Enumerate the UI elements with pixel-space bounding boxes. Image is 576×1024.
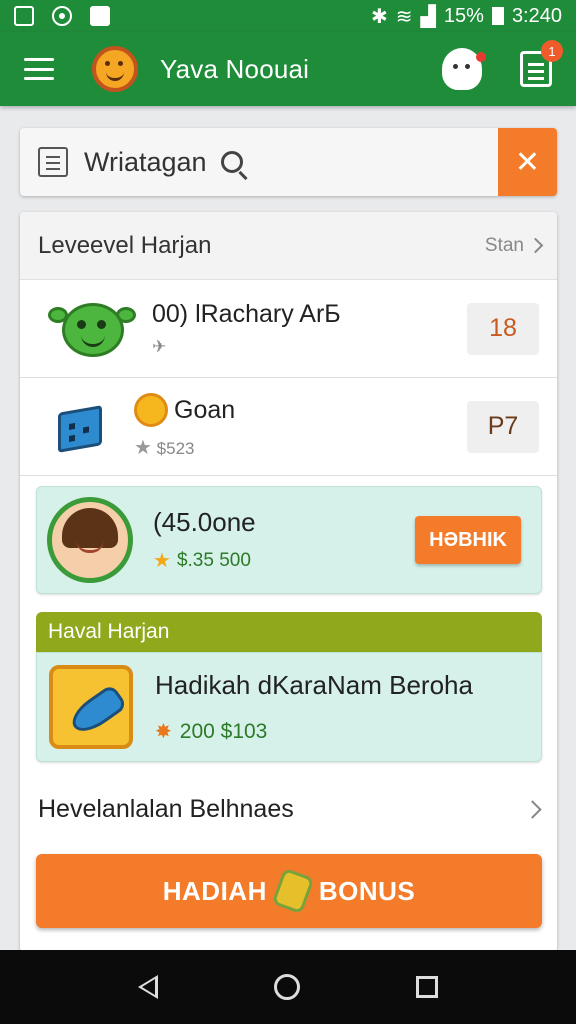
highlight-action-button[interactable]: HƏBHIK (415, 516, 521, 564)
clear-search-button[interactable]: ✕ (498, 128, 557, 196)
leaderboard-card: Leveevel Harjan Stan 00) lRachary ArБ ✈ … (20, 212, 557, 952)
battery-icon (491, 7, 504, 25)
notification-badge: 1 (541, 40, 563, 62)
player-name: 00) lRachary ArБ (152, 300, 341, 328)
recents-icon[interactable] (416, 976, 438, 998)
status-bar: ✱ ≋ ▟ 15% 3:240 (0, 0, 576, 32)
clock: 3:240 (511, 4, 562, 27)
wifi-icon: ≋ (395, 5, 413, 28)
player-name: Goan (174, 395, 236, 424)
bonus-right-label: BONUS (318, 875, 416, 906)
search-input[interactable]: Wriatagan (84, 147, 207, 178)
notifications-button[interactable]: 1 (520, 40, 563, 87)
highlight-name: (45.0one (153, 507, 256, 537)
app-title: Yava Noouai (160, 53, 310, 84)
star-icon: ★ (153, 550, 171, 572)
reward-name: Hadikah dKaraNam Beroha (155, 670, 473, 700)
gem-icon (271, 867, 315, 915)
image-icon (90, 6, 110, 26)
back-icon[interactable] (138, 975, 158, 999)
reward-sub: 200 $103 (179, 719, 268, 743)
notification-icon (14, 6, 34, 26)
menu-icon[interactable] (24, 58, 54, 80)
monster-avatar-icon (48, 299, 136, 359)
bluetooth-icon: ✱ (370, 5, 388, 28)
player-sub: $523 (156, 439, 195, 458)
app-logo (92, 46, 138, 92)
sync-icon (52, 6, 72, 26)
more-link-row[interactable]: Hevelanlalan Belhnaes (20, 768, 557, 850)
bonus-button[interactable]: HADIAH BONUS (36, 854, 542, 928)
highlight-card[interactable]: (45.0one ★ $.35 500 HƏBHIK (36, 486, 542, 594)
sun-icon (134, 393, 168, 427)
highlight-sub: $.35 500 (176, 549, 251, 571)
bonus-left-label: HADIAH (162, 875, 267, 906)
system-nav-bar (0, 950, 576, 1024)
reward-section-title: Haval Harjan (36, 612, 542, 652)
search-icon[interactable] (220, 151, 243, 173)
chevron-right-icon (523, 799, 542, 819)
avatar (47, 497, 133, 583)
player-sub: ✈ (152, 337, 167, 356)
leaderboard-row[interactable]: Goan ★ $523 P7 (20, 378, 557, 476)
cube-avatar-icon (48, 397, 118, 457)
leaderboard-header: Leveevel Harjan Stan (20, 212, 557, 280)
battery-level: 15% (443, 4, 484, 27)
search-bar[interactable]: Wriatagan ✕ (20, 128, 557, 196)
rocket-icon (49, 665, 133, 749)
app-bar: Yava Noouai 1 (0, 32, 576, 106)
more-link-label: Hevelanlalan Belhnaes (38, 794, 294, 823)
leaderboard-title: Leveevel Harjan (38, 231, 212, 259)
reward-card[interactable]: Hadikah dKaraNam Beroha ✸ 200 $103 (36, 652, 542, 762)
mascot-icon[interactable] (442, 48, 486, 90)
signal-icon: ▟ (420, 5, 436, 28)
leaderboard-row[interactable]: 00) lRachary ArБ ✈ 18 (20, 280, 557, 378)
player-score: P7 (467, 400, 539, 453)
home-icon[interactable] (274, 974, 300, 1000)
player-score: 18 (467, 302, 539, 355)
star-icon: ★ (134, 437, 152, 459)
see-all-label: Stan (484, 234, 524, 256)
see-all-link[interactable]: Stan (484, 234, 544, 257)
document-icon (38, 147, 68, 177)
chevron-right-icon (527, 237, 544, 254)
burst-icon: ✸ (155, 721, 172, 743)
